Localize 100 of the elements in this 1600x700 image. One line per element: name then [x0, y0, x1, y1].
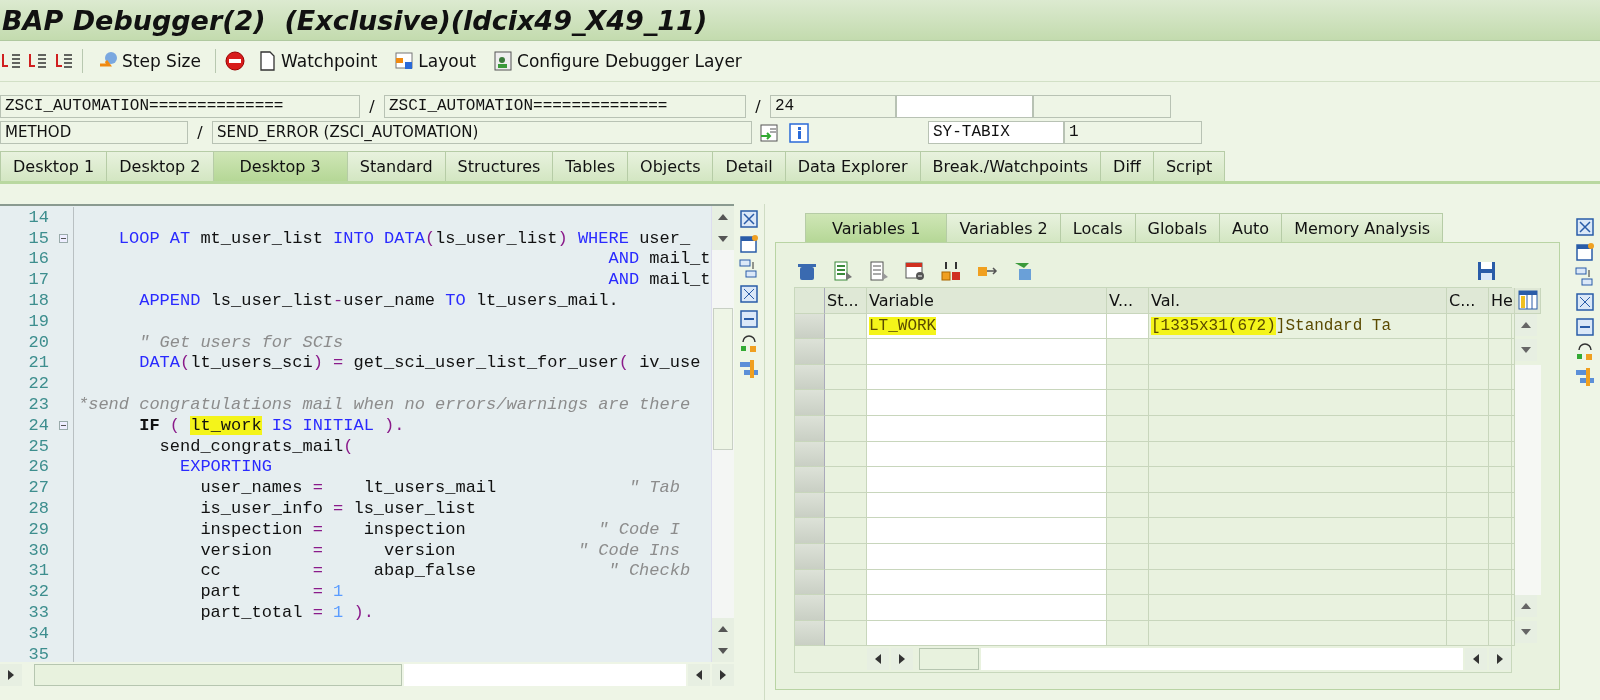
right-arrow-icon — [1496, 653, 1504, 666]
table-cell — [1107, 595, 1149, 621]
down-arrow-icon — [716, 647, 729, 655]
line-number: 18 — [27, 291, 49, 311]
collapse-icon[interactable] — [58, 233, 68, 243]
text-field[interactable]: ZSCI_AUTOMATION============== — [384, 95, 746, 118]
desktop-tab[interactable]: Structures — [444, 151, 554, 181]
vertical-scrollbar[interactable] — [710, 206, 734, 662]
stop-icon[interactable] — [224, 50, 246, 72]
table-cell — [1447, 339, 1489, 365]
column-header[interactable]: Val. — [1149, 288, 1447, 314]
desktop-tab[interactable]: Desktop 2 — [106, 151, 214, 181]
insert-icon[interactable] — [758, 121, 780, 144]
step-size-button[interactable]: Step Size — [91, 48, 207, 74]
column-settings-icon[interactable] — [1516, 289, 1539, 312]
select-all-cell[interactable] — [795, 288, 825, 314]
collapse-icon[interactable] — [58, 420, 68, 430]
layout-button[interactable]: Layout — [387, 48, 483, 74]
desktop-tab[interactable]: Data Explorer — [784, 151, 921, 181]
text-field[interactable] — [1033, 95, 1171, 118]
desktop-tab[interactable]: Desktop 3 — [212, 151, 348, 181]
column-header[interactable]: St... — [825, 288, 867, 314]
desktop-tab[interactable]: Desktop 1 — [0, 151, 108, 181]
variables-tab[interactable]: Variables 1 — [805, 213, 948, 242]
table-cell — [1447, 543, 1489, 570]
line-number: 33 — [27, 603, 49, 623]
code-line: AND mail_t — [607, 249, 711, 269]
remove-row-icon[interactable] — [904, 260, 926, 282]
column-header[interactable]: C... — [1447, 288, 1489, 314]
desktop-tab[interactable]: Diff — [1100, 151, 1154, 181]
code-line: part_total = 1 ). — [199, 603, 374, 623]
scroll-left-button[interactable] — [687, 664, 710, 686]
text-field[interactable]: METHOD — [0, 121, 188, 144]
new-window-icon[interactable] — [737, 233, 760, 255]
line-number: 16 — [27, 249, 49, 269]
line-number: 14 — [27, 207, 49, 227]
table-cell — [1107, 543, 1149, 570]
scroll-up-button[interactable] — [711, 618, 734, 640]
insert-row-icon[interactable] — [832, 260, 854, 282]
compare-icon[interactable] — [940, 260, 962, 282]
code-line: APPEND ls_user_list-user_name TO lt_users_mail. — [138, 291, 619, 311]
scroll-down-button[interactable] — [711, 228, 734, 250]
edit-row-icon[interactable] — [868, 260, 890, 282]
variables-tab[interactable]: Auto — [1218, 213, 1283, 242]
desktop-tab[interactable]: Detail — [712, 151, 786, 181]
variables-tab[interactable]: Locals — [1059, 213, 1136, 242]
line-number: 22 — [27, 374, 49, 394]
text-field[interactable]: 1 — [1064, 121, 1202, 144]
code-line: is_user_info = ls_user_list — [199, 499, 476, 519]
swap-icon[interactable] — [737, 258, 760, 280]
desktop-tab[interactable]: Objects — [627, 151, 714, 181]
variables-tab[interactable]: Memory Analysis — [1281, 213, 1444, 242]
text-field[interactable]: ZSCI_AUTOMATION============== — [0, 95, 360, 118]
table-cell — [1447, 313, 1489, 340]
input-field[interactable]: SY-TABIX — [928, 121, 1064, 144]
table-cell — [1447, 441, 1489, 468]
variables-tab[interactable]: Globals — [1134, 213, 1220, 242]
code-line: *send congratulations mail when no errors/warnings are there — [78, 395, 691, 415]
desktop-tab[interactable]: Break./Watchpoints — [919, 151, 1102, 181]
code-line: part = 1 — [199, 582, 344, 602]
info-icon[interactable] — [788, 121, 810, 144]
table-cell — [1107, 492, 1149, 519]
table-cell — [1107, 569, 1149, 596]
column-header[interactable]: V... — [1107, 288, 1149, 314]
line-number: 24 — [27, 415, 49, 435]
new-window-icon[interactable] — [1574, 241, 1596, 263]
code-line: IF ( lt_work IS INITIAL ). — [138, 415, 405, 435]
line-number: 30 — [27, 540, 49, 560]
table-cell — [1447, 364, 1489, 391]
line-number: 26 — [27, 457, 49, 477]
text-field[interactable]: SEND_ERROR (ZSCI_AUTOMATION) — [212, 121, 752, 144]
input-field[interactable] — [896, 95, 1033, 118]
scroll-up-button[interactable] — [711, 206, 734, 228]
table-cell — [1107, 313, 1149, 340]
horizontal-scrollbar[interactable] — [0, 662, 734, 688]
table-cell — [1107, 364, 1149, 391]
watchpoint-button[interactable]: Watchpoint — [250, 48, 384, 74]
desktop-tab[interactable]: Tables — [552, 151, 629, 181]
code-line: cc = abap_false " Checkb — [199, 561, 691, 581]
table-cell — [1107, 518, 1149, 544]
close-window-icon[interactable] — [1574, 216, 1596, 238]
text-field[interactable]: 24 — [770, 95, 896, 118]
scroll-right-button[interactable] — [711, 664, 734, 686]
up-arrow-icon — [1520, 320, 1532, 329]
scroll-down-button[interactable] — [711, 640, 734, 662]
configure-layer-button[interactable]: Configure Debugger Layer — [486, 48, 748, 74]
variables-tab[interactable]: Variables 2 — [946, 213, 1061, 242]
close-window-icon[interactable] — [737, 208, 760, 230]
save-icon[interactable] — [1475, 260, 1497, 282]
swap-icon[interactable] — [1574, 266, 1596, 288]
code-line: LOOP AT mt_user_list INTO DATA(ls_user_list) WHERE user_ — [117, 228, 691, 248]
line-number: 27 — [27, 478, 49, 498]
split-icon[interactable] — [1574, 316, 1596, 338]
desktop-tab[interactable]: Standard — [346, 151, 446, 181]
column-header[interactable]: Variable — [867, 288, 1107, 314]
scroll-right-button[interactable] — [0, 664, 22, 686]
split-icon[interactable] — [737, 308, 760, 330]
column-header[interactable]: He — [1489, 288, 1515, 314]
desktop-tab[interactable]: Script — [1152, 151, 1226, 181]
line-number: 35 — [27, 644, 49, 662]
